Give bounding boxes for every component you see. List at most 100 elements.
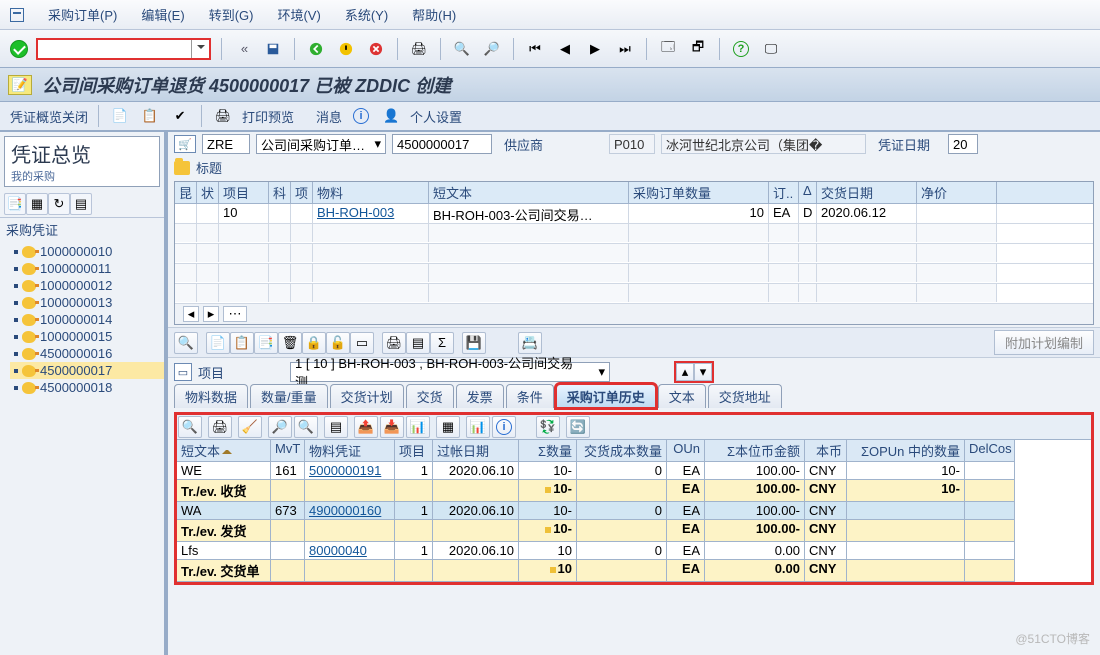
first-icon[interactable]: ⏮ bbox=[524, 38, 546, 60]
enter-icon[interactable] bbox=[10, 40, 28, 58]
hist-row[interactable]: WA673490000016012020.06.1010-0EA100.00-C… bbox=[177, 502, 1091, 520]
sidebar-item[interactable]: 1000000011 bbox=[10, 260, 164, 277]
hist-detail-icon[interactable]: 🔍 bbox=[178, 416, 202, 438]
print-preview-label[interactable]: 打印预览 bbox=[242, 107, 294, 126]
filter-icon[interactable]: ▤ bbox=[406, 332, 430, 354]
tab[interactable]: 交货计划 bbox=[330, 384, 404, 408]
hist-print-icon[interactable]: 🖨 bbox=[208, 416, 232, 438]
col-header[interactable]: 采购订单数量 bbox=[629, 182, 769, 203]
sidebar-item[interactable]: 1000000010 bbox=[10, 243, 164, 260]
col-header[interactable]: 昆 bbox=[175, 182, 197, 203]
last-icon[interactable]: ⏭ bbox=[614, 38, 636, 60]
po-number[interactable]: 4500000017 bbox=[392, 134, 492, 154]
message-label[interactable]: 消息 bbox=[316, 107, 342, 126]
menu-item[interactable]: 采购订单(P) bbox=[48, 5, 117, 24]
hist-refresh-icon[interactable]: 🔄 bbox=[566, 416, 590, 438]
sidebar-item[interactable]: 4500000016 bbox=[10, 345, 164, 362]
info-icon[interactable]: i bbox=[350, 105, 372, 127]
sort-icon[interactable]: 🖨 bbox=[382, 332, 406, 354]
hist-col-header[interactable]: MvT bbox=[271, 440, 305, 462]
new-session-icon[interactable]: 🗔 bbox=[657, 38, 679, 60]
delete-icon[interactable]: 🗑 bbox=[278, 332, 302, 354]
insert-icon[interactable]: 📄 bbox=[206, 332, 230, 354]
col-header[interactable]: 净价 bbox=[917, 182, 997, 203]
col-header[interactable]: 短文本 bbox=[429, 182, 629, 203]
addr-icon[interactable]: 📇 bbox=[518, 332, 542, 354]
sidebar-layout-icon[interactable]: ▦ bbox=[26, 193, 48, 215]
scroll-left-icon[interactable]: ◂ bbox=[183, 306, 199, 322]
hist-sort-icon[interactable]: ▤ bbox=[324, 416, 348, 438]
back-icon[interactable] bbox=[305, 38, 327, 60]
personal-label[interactable]: 个人设置 bbox=[410, 107, 462, 126]
col-header[interactable]: 物料 bbox=[313, 182, 429, 203]
find-icon[interactable]: 🔍 bbox=[451, 38, 473, 60]
help-icon[interactable]: ? bbox=[730, 38, 752, 60]
find-next-icon[interactable]: 🔎 bbox=[481, 38, 503, 60]
sidebar-select-icon[interactable]: 📑 bbox=[4, 193, 26, 215]
unlock-icon[interactable]: 🔓 bbox=[326, 332, 350, 354]
hist-find2-icon[interactable]: 🔍 bbox=[294, 416, 318, 438]
sidebar-item[interactable]: 4500000018 bbox=[10, 379, 164, 396]
hist-col-header[interactable]: Σ数量 bbox=[519, 440, 577, 462]
sidebar-root[interactable]: 采购凭证 bbox=[0, 218, 164, 241]
hist-row[interactable]: Tr./ev. 收货10-EA100.00-CNY10- bbox=[177, 480, 1091, 502]
item-selector[interactable]: 1 [ 10 ] BH-ROH-003 , BH-ROH-003-公司间交易测…… bbox=[290, 362, 610, 382]
dropdown-icon[interactable] bbox=[191, 40, 209, 58]
hist-col-header[interactable]: 交货成本数量 bbox=[577, 440, 667, 462]
menu-item[interactable]: 编辑(E) bbox=[141, 5, 184, 24]
tab[interactable]: 数量/重量 bbox=[250, 384, 328, 408]
hist-col-header[interactable]: 物料凭证 bbox=[305, 440, 395, 462]
print-preview-icon[interactable]: 🖨 bbox=[212, 105, 234, 127]
first-page-icon[interactable]: « bbox=[232, 38, 254, 60]
hist-col-header[interactable]: DelCos bbox=[965, 440, 1015, 462]
layout-icon[interactable]: 🖵 bbox=[760, 38, 782, 60]
cancel-icon[interactable] bbox=[365, 38, 387, 60]
sidebar-item[interactable]: 4500000017 bbox=[10, 362, 164, 379]
menu-item[interactable]: 转到(G) bbox=[209, 5, 254, 24]
hist-info-icon[interactable]: i bbox=[492, 416, 516, 438]
hist-col-header[interactable]: 项目 bbox=[395, 440, 433, 462]
menu-item[interactable]: 帮助(H) bbox=[412, 5, 456, 24]
shortcut-icon[interactable]: 🗗 bbox=[687, 38, 709, 60]
collapse-icon[interactable]: ▭ bbox=[174, 363, 192, 381]
col-header[interactable]: 订.. bbox=[769, 182, 799, 203]
attach-plan-button[interactable]: 附加计划编制 bbox=[994, 330, 1094, 355]
tab[interactable]: 交货 bbox=[406, 384, 454, 408]
sidebar-item[interactable]: 1000000015 bbox=[10, 328, 164, 345]
cart-icon[interactable]: 🛒 bbox=[174, 135, 196, 153]
layout-save-icon[interactable]: 💾 bbox=[462, 332, 486, 354]
po-type-code[interactable]: ZRE bbox=[202, 134, 250, 154]
sidebar-item[interactable]: 1000000013 bbox=[10, 294, 164, 311]
personal-icon[interactable]: 👤 bbox=[380, 105, 402, 127]
tab[interactable]: 文本 bbox=[658, 384, 706, 408]
sum-icon[interactable]: Σ bbox=[430, 332, 454, 354]
hist-col-header[interactable]: Σ本位币金额 bbox=[705, 440, 805, 462]
check-icon[interactable]: ✔ bbox=[169, 105, 191, 127]
sidebar-item[interactable]: 1000000014 bbox=[10, 311, 164, 328]
sidebar-item[interactable]: 1000000012 bbox=[10, 277, 164, 294]
hist-export2-icon[interactable]: 📥 bbox=[380, 416, 404, 438]
print-icon[interactable]: 🖨 bbox=[408, 38, 430, 60]
hist-find-icon[interactable]: 🔎 bbox=[268, 416, 292, 438]
paste-icon[interactable]: 📑 bbox=[254, 332, 278, 354]
col-header[interactable]: 状 bbox=[197, 182, 219, 203]
sidebar-sub[interactable]: 我的采购 bbox=[11, 168, 153, 184]
detail-icon[interactable]: 🔍 bbox=[174, 332, 198, 354]
item-row[interactable]: 10BH-ROH-003BH-ROH-003-公司间交易…10EAD2020.0… bbox=[175, 204, 1093, 224]
tab[interactable]: 条件 bbox=[506, 384, 554, 408]
copy-icon[interactable]: 📋 bbox=[230, 332, 254, 354]
col-header[interactable]: 科 bbox=[269, 182, 291, 203]
next-icon[interactable]: ▶ bbox=[584, 38, 606, 60]
tab[interactable]: 采购订单历史 bbox=[556, 384, 656, 408]
hist-col-header[interactable]: 本币 bbox=[805, 440, 847, 462]
hist-col-header[interactable]: 过帐日期 bbox=[433, 440, 519, 462]
col-header[interactable]: 交货日期 bbox=[817, 182, 917, 203]
exit-icon[interactable] bbox=[335, 38, 357, 60]
item-down-icon[interactable]: ▾ bbox=[694, 363, 712, 381]
hist-col-header[interactable]: 短文本 bbox=[177, 440, 271, 462]
scroll-right-icon[interactable]: ▸ bbox=[203, 306, 219, 322]
tab[interactable]: 发票 bbox=[456, 384, 504, 408]
hist-row[interactable]: Tr./ev. 发货10-EA100.00-CNY bbox=[177, 520, 1091, 542]
tab[interactable]: 交货地址 bbox=[708, 384, 782, 408]
hist-col-header[interactable]: OUn bbox=[667, 440, 705, 462]
